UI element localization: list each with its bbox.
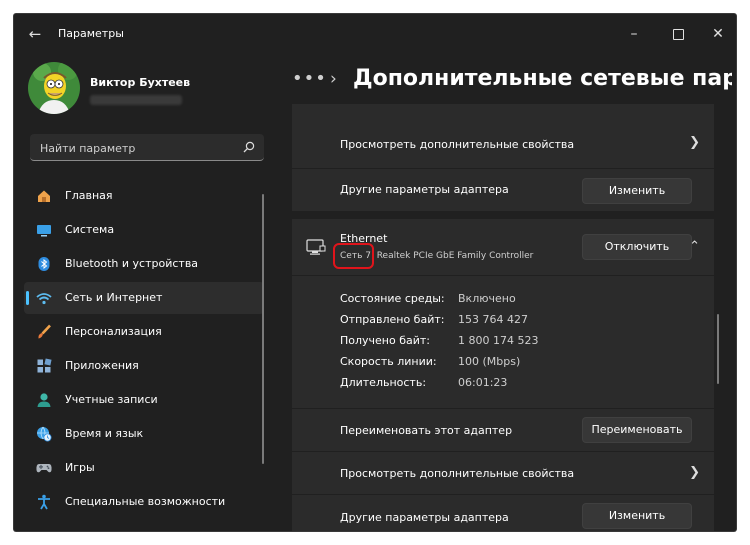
avatar [28,62,80,114]
rename-button[interactable]: Переименовать [582,417,692,443]
arrow-left-icon: ← [28,25,42,43]
property-label: Скорость линии: [340,355,437,368]
sidebar-item-label: Система [65,223,115,236]
search-icon [243,141,255,153]
chevron-right-icon: ❯ [689,135,700,150]
view-more-properties-row[interactable]: Просмотреть дополнительные свойства ❯ [292,452,714,494]
content-area: Просмотреть дополнительные свойства ❯ Др… [292,104,714,531]
sidebar-item-accounts[interactable]: Учетные записи [24,384,264,416]
row-label: Другие параметры адаптера [340,511,509,524]
property-label: Получено байт: [340,334,431,347]
user-profile[interactable]: Виктор Бухтеев [28,62,288,118]
property-value: 06:01:23 [458,376,508,389]
globe-clock-icon [37,426,52,442]
sidebar-item-label: Специальные возможности [65,495,226,508]
app-title: Параметры [58,27,124,40]
property-value: 1 800 174 523 [458,334,539,347]
maximize-button[interactable] [666,22,690,46]
profile-email-blurred [90,95,182,105]
close-icon: ✕ [712,26,724,42]
row-label: Просмотреть дополнительные свойства [340,138,575,151]
breadcrumb-more-button[interactable]: ••• [292,64,327,94]
ethernet-icon [306,239,326,255]
property-value: Включено [458,292,516,305]
disable-button[interactable]: Отключить [582,234,692,260]
bluetooth-icon [38,257,50,271]
ethernet-properties: Состояние среды: Включено Отправлено бай… [292,276,714,408]
highlight-annotation [333,243,374,269]
sidebar-nav: Главная Система Bluetooth и устройства С… [24,180,264,520]
apps-icon [37,358,52,373]
ethernet-header-row[interactable]: Ethernet Сеть 7 Realtek PCIe GbE Family … [292,219,714,275]
close-button[interactable]: ✕ [706,22,730,46]
monitor-icon [37,225,51,237]
sidebar-item-system[interactable]: Система [24,214,264,246]
title-bar: ← Параметры – ✕ [14,14,736,54]
back-button[interactable]: ← [24,24,46,44]
search-box[interactable] [30,134,264,161]
breadcrumb: ••• › Дополнительные сетевые парам [292,64,732,100]
settings-window: ← Параметры – ✕ Виктор Бухтеев Найти пар… [14,14,736,531]
sidebar-item-label: Главная [65,189,113,202]
chevron-right-icon: ❯ [689,465,700,480]
chevron-up-icon[interactable]: ⌃ [689,239,700,254]
property-value: 153 764 427 [458,313,528,326]
adapter-name: Realtek PCIe GbE Family Controller [376,251,534,261]
sidebar-item-label: Сеть и Интернет [65,291,163,304]
sidebar-item-label: Учетные записи [65,393,158,406]
brush-icon [38,324,51,339]
sidebar-scrollbar[interactable] [262,194,264,464]
content-scrollbar[interactable] [717,314,719,384]
sidebar-item-personalization[interactable]: Персонализация [24,316,264,348]
sidebar-item-apps[interactable]: Приложения [24,350,264,382]
sidebar-item-label: Приложения [65,359,139,372]
minimize-icon: – [630,26,638,42]
profile-name: Виктор Бухтеев [90,76,191,89]
sidebar-item-accessibility[interactable]: Специальные возможности [24,486,264,518]
other-adapter-params-row: Другие параметры адаптера Изменить [292,495,714,531]
property-label: Отправлено байт: [340,313,445,326]
property-label: Состояние среды: [340,292,445,305]
maximize-icon [672,28,684,40]
gamepad-icon [36,464,52,473]
property-value: 100 (Mbps) [458,355,521,368]
sidebar-item-label: Персонализация [65,325,162,338]
row-label: Другие параметры адаптера [340,183,509,196]
sidebar-item-label: Игры [65,461,95,474]
sidebar-item-time-language[interactable]: Время и язык [24,418,264,450]
sidebar-item-bluetooth[interactable]: Bluetooth и устройства [24,248,264,280]
page-title: Дополнительные сетевые парам [353,66,732,91]
other-adapter-params-row: Другие параметры адаптера Изменить [292,169,714,211]
accessibility-icon [38,494,50,510]
sidebar-item-home[interactable]: Главная [24,180,264,212]
sidebar-item-label: Bluetooth и устройства [65,257,199,270]
row-label: Переименовать этот адаптер [340,424,513,437]
sidebar-item-gaming[interactable]: Игры [24,452,264,484]
minimize-button[interactable]: – [622,22,646,46]
row-label: Просмотреть дополнительные свойства [340,467,575,480]
person-icon [37,393,51,407]
sidebar-item-network[interactable]: Сеть и Интернет [24,282,264,314]
sidebar-item-label: Время и язык [65,427,144,440]
home-icon [38,190,50,202]
edit-button[interactable]: Изменить [582,178,692,204]
search-input[interactable] [38,138,238,158]
view-more-properties-row[interactable]: Просмотреть дополнительные свойства ❯ [292,104,714,168]
chevron-right-icon: › [330,69,337,89]
wifi-icon [36,293,52,305]
rename-adapter-row: Переименовать этот адаптер Переименовать [292,409,714,451]
edit-button[interactable]: Изменить [582,503,692,529]
property-label: Длительность: [340,376,427,389]
